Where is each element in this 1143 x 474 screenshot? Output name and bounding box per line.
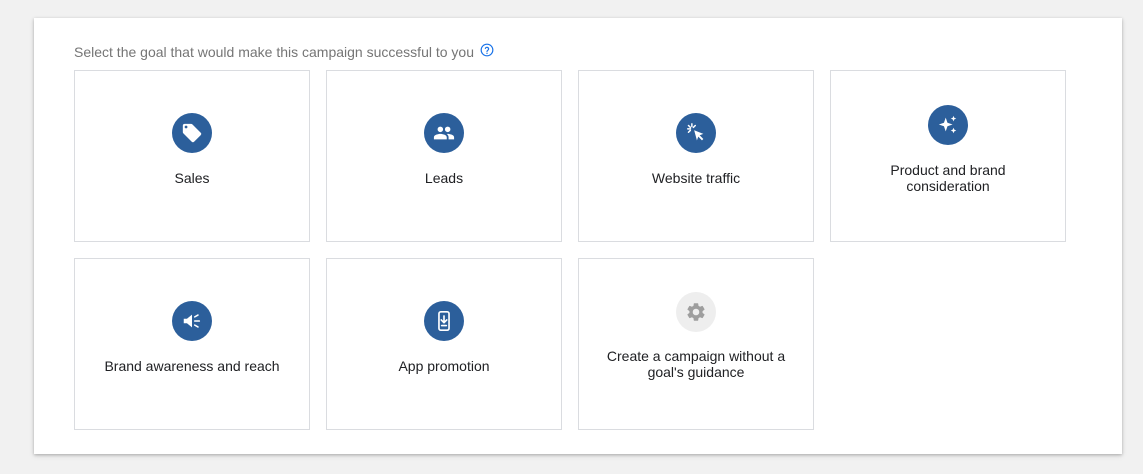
goal-label-product-brand-consideration: Product and brand consideration [890, 161, 1006, 194]
people-icon [424, 112, 464, 153]
goal-card-leads[interactable]: Leads [326, 70, 562, 242]
goal-card-app-promotion[interactable]: App promotion [326, 258, 562, 430]
phone-download-icon [424, 300, 464, 341]
goal-card-brand-awareness-reach[interactable]: Brand awareness and reach [74, 258, 310, 430]
sparkle-icon [928, 104, 968, 145]
goal-card-no-guidance[interactable]: Create a campaign without a goal's guida… [578, 258, 814, 430]
goal-card-sales[interactable]: Sales [74, 70, 310, 242]
gear-icon [676, 292, 716, 332]
goal-card-website-traffic[interactable]: Website traffic [578, 70, 814, 242]
goal-selection-panel: Select the goal that would make this cam… [34, 18, 1122, 454]
goal-label-no-guidance: Create a campaign without a goal's guida… [606, 348, 786, 380]
tag-icon [172, 112, 212, 153]
goal-label-app-promotion: App promotion [398, 357, 490, 374]
goal-label-website-traffic: Website traffic [651, 169, 741, 186]
goal-card-product-brand-consideration[interactable]: Product and brand consideration [830, 70, 1066, 242]
goal-grid: Sales Leads Website traffic Product and … [74, 70, 1066, 430]
goal-label-leads: Leads [424, 169, 464, 186]
megaphone-icon [172, 300, 212, 341]
goal-label-sales: Sales [174, 169, 210, 186]
goal-label-brand-awareness-reach: Brand awareness and reach [104, 357, 280, 374]
cursor-click-icon [676, 112, 716, 153]
goal-prompt-text: Select the goal that would make this cam… [74, 44, 474, 60]
goal-prompt: Select the goal that would make this cam… [74, 43, 494, 60]
help-circle-icon[interactable] [480, 43, 494, 57]
